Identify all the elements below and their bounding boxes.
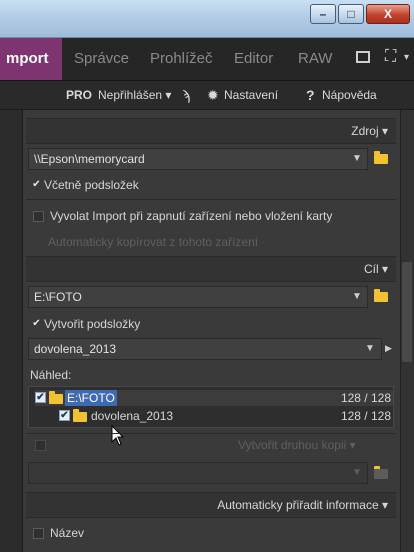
maximize-button[interactable]: □ [338, 4, 364, 24]
screen-icon[interactable] [356, 51, 370, 63]
subfolder-name-value: dovolena_2013 [34, 342, 117, 356]
tab-viewer[interactable]: Prohlížeč [150, 38, 213, 80]
second-copy-path-select[interactable]: ▼ [28, 462, 368, 484]
include-subfolders-checkbox[interactable]: ✔ [31, 180, 42, 191]
folder-icon[interactable] [374, 466, 388, 479]
folder-icon[interactable] [374, 289, 388, 302]
login-menu[interactable]: Nepřihlášen ▾ [98, 81, 171, 109]
gear-icon[interactable]: ✹ [207, 81, 219, 109]
settings-link[interactable]: Nastavení [224, 81, 278, 109]
title-bar: – □ X [0, 0, 414, 38]
preview-tree: ✔ E:\FOTO 128 / 128 ✔ dovolena_2013 128 … [28, 386, 394, 428]
secondary-toolbar: PRO Nepřihlášen ▾ ϡ ✹ Nastavení ? Nápově… [0, 81, 414, 110]
target-path-value: E:\FOTO [34, 290, 82, 304]
tab-raw[interactable]: RAW [298, 38, 332, 80]
source-section-header[interactable]: Zdroj ▾ [26, 118, 396, 144]
target-section-title: Cíl ▾ [363, 262, 388, 276]
auto-copy-label: Automaticky kopírovat z tohoto zařízení [48, 235, 259, 249]
auto-import-label: Vyvolat Import při zapnutí zařízení nebo… [50, 209, 333, 223]
tree-row[interactable]: ✔ E:\FOTO 128 / 128 [35, 390, 393, 406]
chevron-down-icon[interactable]: ▾ [404, 52, 409, 63]
subfolder-name-select[interactable]: dovolena_2013 ▼ [28, 338, 382, 360]
source-path-select[interactable]: \\Epson\memorycard ▼ [28, 148, 368, 170]
minimize-button[interactable]: – [310, 4, 336, 24]
divider [26, 433, 396, 434]
name-label: Název [50, 526, 85, 540]
tab-import[interactable]: mport [0, 38, 62, 80]
chevron-right-icon[interactable]: ▶ [385, 343, 392, 354]
create-subfolders-checkbox[interactable]: ✔ [31, 319, 42, 330]
cursor-icon [111, 425, 125, 446]
rss-icon[interactable]: ϡ [182, 81, 190, 109]
source-path-value: \\Epson\memorycard [34, 152, 145, 166]
tree-item-count: 128 / 128 [340, 409, 391, 423]
chevron-down-icon: ▼ [365, 343, 375, 354]
tree-item-name: dovolena_2013 [91, 409, 174, 423]
preview-label: Náhled: [30, 368, 72, 382]
target-path-select[interactable]: E:\FOTO ▼ [28, 286, 368, 308]
chevron-down-icon: ▼ [352, 467, 362, 478]
folder-icon [73, 409, 87, 422]
name-checkbox[interactable] [33, 528, 44, 539]
target-section-header[interactable]: Cíl ▾ [26, 256, 396, 282]
include-subfolders-label: Včetně podsložek [44, 178, 139, 192]
fullscreen-icon[interactable]: ⛶ [385, 48, 396, 66]
tree-row[interactable]: ✔ dovolena_2013 128 / 128 [35, 408, 393, 424]
left-panel-edge [0, 110, 23, 552]
create-subfolders-label: Vytvořit podsložky [44, 317, 141, 331]
metadata-section-title: Automaticky přiřadit informace ▾ [217, 498, 388, 512]
source-section-title: Zdroj ▾ [351, 124, 388, 138]
tree-checkbox[interactable]: ✔ [59, 410, 70, 421]
second-copy-label: Vytvořit druhou kopii ▾ [238, 438, 356, 452]
chevron-down-icon: ▼ [352, 291, 362, 302]
tree-checkbox[interactable]: ✔ [35, 392, 46, 403]
close-button[interactable]: X [366, 4, 410, 24]
auto-import-checkbox[interactable] [33, 211, 44, 222]
pro-badge[interactable]: PRO [66, 81, 92, 109]
chevron-down-icon: ▼ [352, 153, 362, 164]
tab-manager[interactable]: Správce [74, 38, 129, 80]
scrollbar-thumb[interactable] [402, 262, 412, 362]
divider [26, 199, 396, 200]
tree-item-name: E:\FOTO [65, 390, 117, 406]
tab-editor[interactable]: Editor [234, 38, 273, 80]
help-link[interactable]: Nápověda [322, 81, 377, 109]
tree-item-count: 128 / 128 [340, 391, 391, 405]
second-copy-checkbox[interactable] [35, 440, 46, 451]
module-tabs: mport Správce Prohlížeč Editor RAW ⛶ ▾ [0, 38, 414, 81]
folder-icon[interactable] [374, 151, 388, 164]
folder-icon [49, 391, 63, 404]
help-icon[interactable]: ? [306, 81, 315, 109]
metadata-section-header[interactable]: Automaticky přiřadit informace ▾ [26, 492, 396, 518]
